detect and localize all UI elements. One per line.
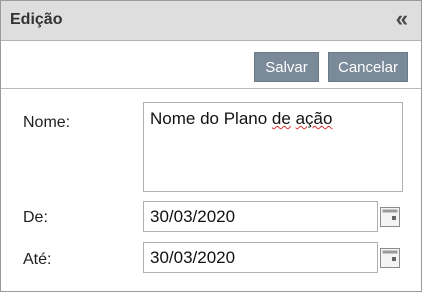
from-date-input[interactable]: 30/03/2020 bbox=[143, 201, 378, 232]
action-toolbar: Salvar Cancelar bbox=[1, 41, 421, 89]
from-date-label: De: bbox=[23, 209, 48, 226]
double-chevron-left-icon[interactable]: « bbox=[396, 7, 408, 31]
to-date-value: 30/03/2020 bbox=[150, 248, 236, 267]
name-value: Nome do Plano de ação bbox=[150, 109, 332, 129]
edit-panel: Edição « Salvar Cancelar Nome: Nome do P… bbox=[0, 0, 422, 292]
name-label: Nome: bbox=[23, 114, 71, 131]
spellcheck-word-de: de bbox=[271, 109, 291, 128]
name-value-prefix: Nome do Plano bbox=[150, 109, 272, 128]
panel-title: Edição bbox=[10, 11, 63, 28]
save-button[interactable]: Salvar bbox=[254, 52, 319, 82]
name-textarea[interactable]: Nome do Plano de ação bbox=[143, 102, 403, 192]
panel-header: Edição « bbox=[1, 1, 421, 41]
cancel-button[interactable]: Cancelar bbox=[328, 52, 408, 82]
from-date-value: 30/03/2020 bbox=[150, 207, 236, 226]
to-date-label: Até: bbox=[23, 251, 52, 268]
calendar-icon[interactable] bbox=[379, 247, 401, 269]
edit-form: Nome: Nome do Plano de ação De: 30/03/20… bbox=[1, 89, 421, 291]
spellcheck-word-acao: ação bbox=[295, 109, 333, 128]
to-date-input[interactable]: 30/03/2020 bbox=[143, 242, 378, 273]
calendar-icon[interactable] bbox=[379, 206, 401, 228]
